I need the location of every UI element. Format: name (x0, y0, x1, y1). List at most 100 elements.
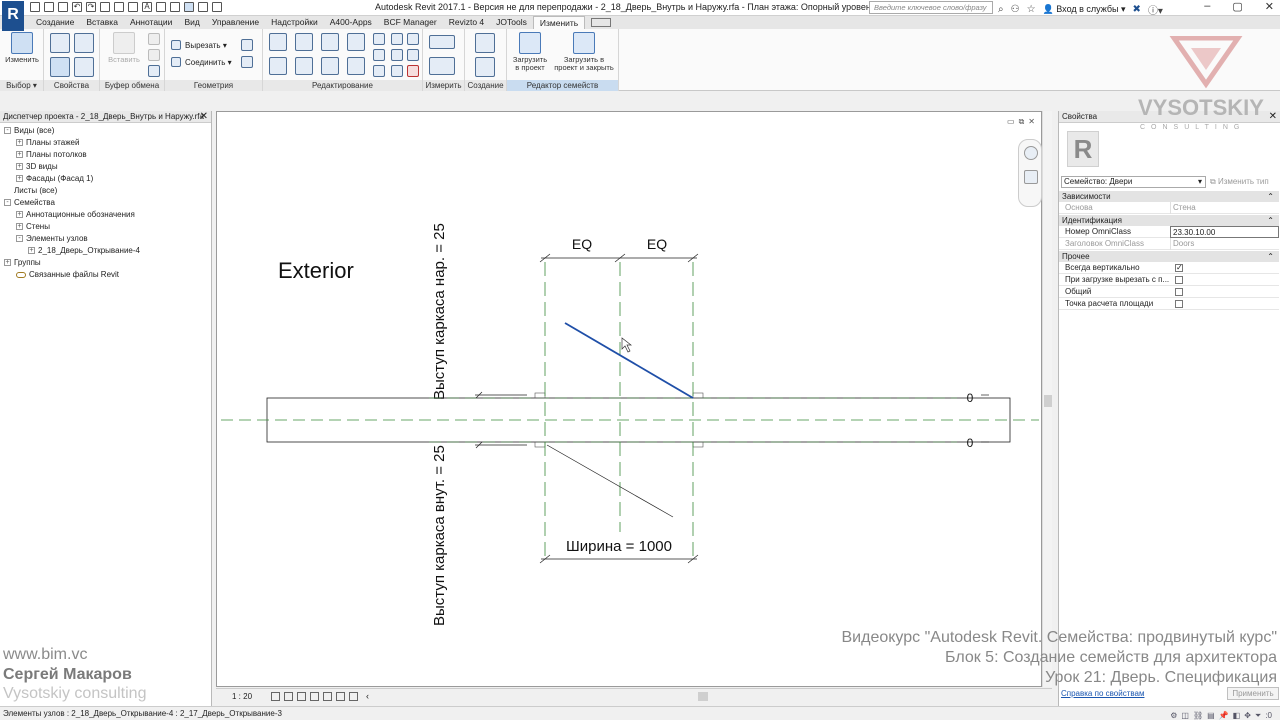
expand-icon[interactable]: + (16, 211, 23, 219)
join-geometry-button[interactable]: Соединить ▾ (185, 58, 232, 67)
steering-wheel-icon[interactable] (1024, 146, 1038, 160)
split-gap-icon[interactable] (391, 33, 403, 45)
zero-bottom-label[interactable]: 0 (967, 436, 974, 450)
trim-multiple-icon[interactable] (391, 65, 403, 77)
mirror-axis-icon[interactable] (321, 33, 339, 51)
close-icon[interactable]: ✕ (200, 111, 208, 122)
paste-button[interactable]: Вставить (106, 32, 142, 64)
offset-icon[interactable] (295, 33, 313, 51)
tree-item-groups[interactable]: + Группы (4, 257, 41, 268)
frame-left-top[interactable] (534, 392, 546, 399)
select-underlay-icon[interactable]: ▤ (1207, 709, 1215, 720)
category-other[interactable]: Прочее ⌃ (1059, 251, 1279, 262)
horizontal-scrollbar[interactable] (370, 692, 1050, 702)
tab-jotools[interactable]: JOTools (490, 16, 533, 29)
drawing-area[interactable]: Exterior EQ EQ Ширина = 1000 Выступ карк… (216, 111, 1042, 687)
frame-right-top[interactable] (692, 392, 704, 399)
modify-button[interactable]: Изменить (3, 32, 41, 64)
undo-icon[interactable]: ↶ (72, 2, 82, 12)
expand-icon[interactable]: + (16, 151, 23, 159)
apply-button[interactable]: Применить (1227, 687, 1279, 700)
aligned-dimension-icon[interactable] (429, 57, 455, 75)
view-minimize-icon[interactable]: ▭ (1007, 117, 1015, 127)
close-hidden-icon[interactable] (198, 2, 208, 12)
tree-item-detail-item-door-opening-4[interactable]: +2_18_Дверь_Открывание-4 (28, 245, 140, 256)
collapse-icon[interactable]: - (4, 127, 11, 135)
match-properties-icon[interactable] (148, 65, 160, 77)
thin-lines-icon[interactable] (184, 2, 194, 12)
door-leaf-outward[interactable] (564, 322, 694, 399)
drag-elements-icon[interactable]: ✥ (1244, 709, 1251, 720)
expand-icon[interactable]: + (4, 259, 11, 267)
tree-item-families[interactable]: - Семейства (4, 197, 55, 208)
save-icon[interactable] (44, 2, 54, 12)
property-omniclass-number-value[interactable]: 23.30.10.00 (1170, 226, 1279, 238)
sync-icon[interactable] (58, 2, 68, 12)
mirror-draw-icon[interactable] (347, 33, 365, 51)
3d-view-icon[interactable] (156, 2, 166, 12)
switch-windows-icon[interactable] (212, 2, 222, 12)
trim-extend-icon[interactable] (347, 57, 365, 75)
tree-item-ceiling-plans[interactable]: + Планы потолков (16, 149, 87, 160)
tab-bcf-manager[interactable]: BCF Manager (378, 16, 443, 29)
horizontal-scroll-thumb[interactable] (698, 692, 708, 701)
maximize-icon[interactable]: ▢ (1232, 0, 1242, 13)
exchange-icon[interactable]: ✖ (1133, 4, 1141, 15)
exterior-label[interactable]: Exterior (278, 258, 354, 283)
sun-path-icon[interactable] (297, 692, 306, 701)
align-icon[interactable] (269, 33, 287, 51)
detail-level-icon[interactable] (271, 692, 280, 701)
cut-on-load-checkbox[interactable] (1175, 276, 1183, 284)
measure-between-icon[interactable] (429, 35, 455, 49)
scale-icon[interactable] (391, 49, 403, 61)
load-into-project-button[interactable]: Загрузить в проект (510, 32, 550, 72)
redo-icon[interactable]: ↷ (86, 2, 96, 12)
tab-a400-apps[interactable]: A400-Apps (324, 16, 378, 29)
print-icon[interactable] (100, 2, 110, 12)
load-and-close-button[interactable]: Загрузить в проект и закрыть (553, 32, 615, 72)
select-by-face-icon[interactable]: ◧ (1233, 709, 1241, 720)
group-label-select[interactable]: Выбор ▾ (0, 80, 43, 91)
door-leaf-inward[interactable] (546, 444, 674, 518)
create-group-icon[interactable] (475, 57, 495, 77)
eq-right-label[interactable]: EQ (647, 236, 667, 252)
vertical-scrollbar[interactable] (1042, 111, 1052, 687)
view-close-icon[interactable]: ✕ (1028, 117, 1035, 127)
filter-icon[interactable]: ⏷ (1255, 709, 1261, 720)
pin-icon[interactable] (407, 33, 419, 45)
tab-addins[interactable]: Надстройки (265, 16, 324, 29)
frame-left-bottom[interactable] (534, 441, 546, 448)
expand-icon[interactable]: + (16, 175, 23, 183)
tree-item-annotation-symbols[interactable]: + Аннотационные обозначения (16, 209, 135, 220)
tree-item-walls[interactable]: + Стены (16, 221, 50, 232)
dimension-icon[interactable] (128, 2, 138, 12)
family-types-icon[interactable] (50, 33, 70, 53)
search-input[interactable]: Введите ключевое слово/фразу (869, 1, 993, 14)
frame-right-bottom[interactable] (692, 441, 704, 448)
temporary-hide-icon[interactable] (349, 692, 358, 701)
tab-annotate[interactable]: Аннотации (124, 16, 179, 29)
shared-checkbox[interactable] (1175, 288, 1183, 296)
tab-view[interactable]: Вид (178, 16, 205, 29)
eq-left-label[interactable]: EQ (572, 236, 592, 252)
application-menu-button[interactable]: R (2, 1, 24, 31)
tree-item-views-all[interactable]: - Виды (все) (4, 125, 54, 136)
move-icon[interactable] (269, 57, 287, 75)
properties-help-link[interactable]: Справка по свойствам (1061, 689, 1144, 698)
collapse-icon[interactable]: - (4, 199, 11, 207)
show-crop-icon[interactable] (336, 692, 345, 701)
copy-element-icon[interactable] (295, 57, 313, 75)
tree-item-3d-views[interactable]: +3D виды (16, 161, 58, 172)
edit-type-button[interactable]: ⧉ Изменить тип (1210, 176, 1269, 188)
scroll-left-icon[interactable]: ‹ (366, 691, 369, 701)
search-icon[interactable]: ⌕ (998, 4, 1004, 15)
category-constraints[interactable]: Зависимости ⌃ (1059, 191, 1279, 202)
crop-view-icon[interactable] (323, 692, 332, 701)
design-options-icon[interactable]: ◫ (1181, 709, 1189, 720)
wall-join-icon[interactable] (241, 39, 253, 51)
type-properties-icon[interactable] (74, 57, 94, 77)
tab-revizto[interactable]: Revizto 4 (443, 16, 490, 29)
text-icon[interactable]: A (142, 2, 152, 12)
frame-in-dimension-label[interactable]: Выступ каркаса внут. = 25 (431, 445, 448, 626)
shadows-icon[interactable] (310, 692, 319, 701)
